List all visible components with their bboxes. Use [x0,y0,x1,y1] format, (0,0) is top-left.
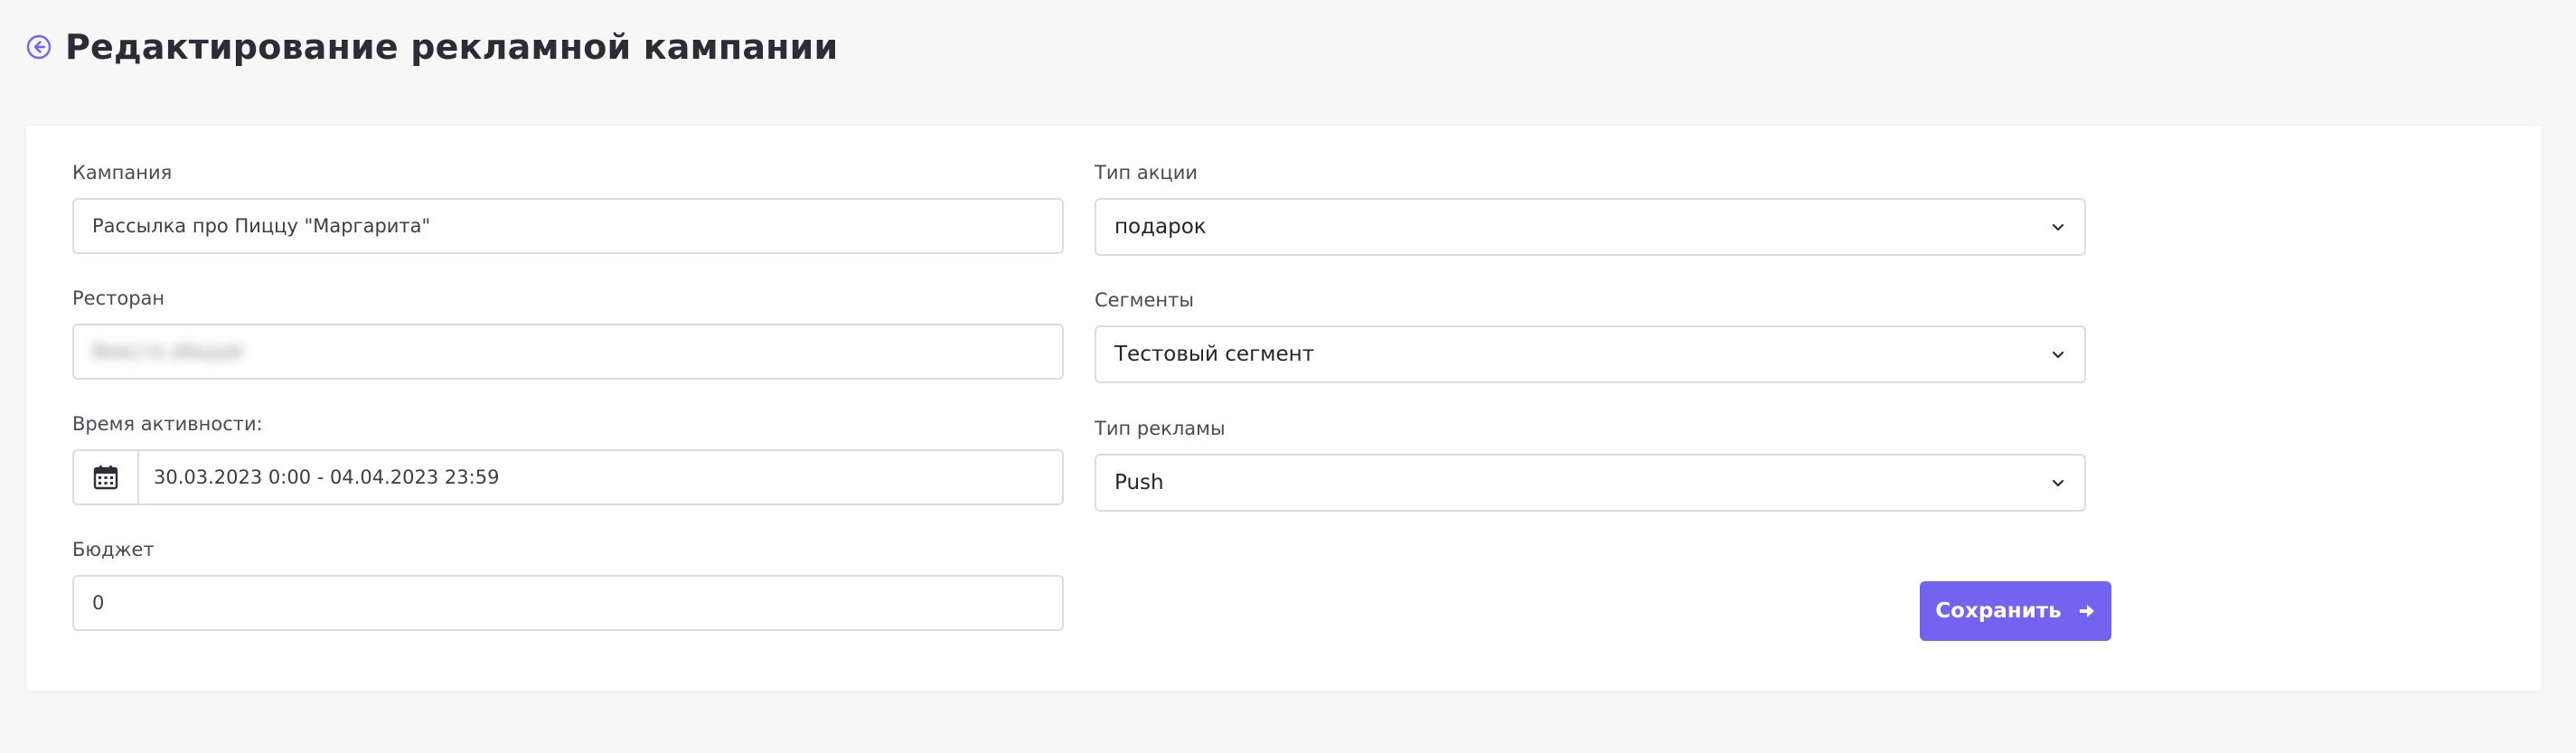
restaurant-field: Ресторан Вместе обедай [72,286,1064,380]
activity-time-label: Время активности: [72,413,263,435]
budget-label: Бюджет [72,539,155,560]
ad-type-label: Тип рекламы [1095,418,1226,439]
page-title: Редактирование рекламной кампании [65,27,839,67]
arrow-left-circle-icon [26,34,52,60]
segments-field: Сегменты Тестовый сегмент [1095,287,2086,383]
activity-time-value: 30.03.2023 0:00 - 04.04.2023 23:59 [154,466,500,488]
activity-time-input[interactable]: 30.03.2023 0:00 - 04.04.2023 23:59 [72,449,1064,505]
campaign-form-card: Кампания Рассылка про Пиццу "Маргарита" … [26,126,2542,691]
save-button-label: Сохранить [1935,599,2062,623]
chevron-down-icon [2050,475,2066,491]
budget-input-value: 0 [92,592,105,614]
action-type-label: Тип акции [1095,162,1199,184]
action-type-select[interactable]: подарок [1095,198,2086,256]
back-button[interactable] [25,33,52,61]
ad-type-field: Тип рекламы Push [1095,416,2086,512]
segments-value: Тестовый сегмент [1114,343,1315,366]
save-button[interactable]: Сохранить [1920,581,2111,641]
restaurant-input-value: Вместе обедай [92,341,243,362]
campaign-label: Кампания [72,162,173,184]
activity-time-field: Время активности: 30.03.2023 0:00 - 04.0… [72,411,1064,505]
ad-type-value: Push [1114,471,1164,494]
action-type-field: Тип акции подарок [1095,160,2086,256]
chevron-down-icon [2050,346,2066,362]
action-type-value: подарок [1114,215,1207,239]
segments-label: Сегменты [1095,289,1194,311]
arrow-right-icon [2079,605,2094,617]
campaign-input[interactable]: Рассылка про Пиццу "Маргарита" [72,198,1064,254]
budget-field: Бюджет 0 [72,537,1064,631]
campaign-field: Кампания Рассылка про Пиццу "Маргарита" [72,160,1064,254]
budget-input[interactable]: 0 [72,575,1064,631]
chevron-down-icon [2050,219,2066,235]
restaurant-input[interactable]: Вместе обедай [72,324,1064,380]
calendar-button[interactable] [74,451,139,504]
restaurant-label: Ресторан [72,287,165,309]
campaign-input-value: Рассылка про Пиццу "Маргарита" [92,215,431,237]
page-header: Редактирование рекламной кампании [25,27,838,67]
calendar-icon [93,466,118,490]
segments-select[interactable]: Тестовый сегмент [1095,325,2086,383]
ad-type-select[interactable]: Push [1095,454,2086,512]
